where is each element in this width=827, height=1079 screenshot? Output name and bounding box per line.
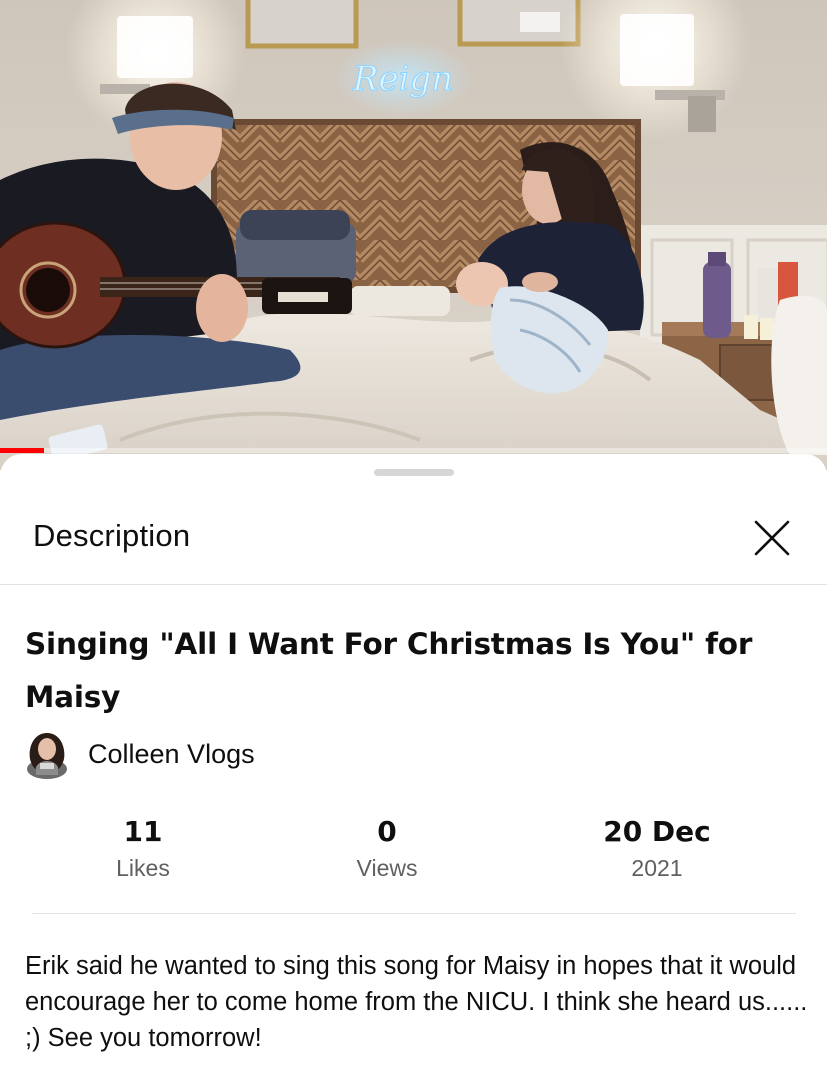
video-progress-fill	[0, 448, 44, 453]
description-sheet: Description Singing "All I Want For Chri…	[0, 454, 827, 1079]
publish-date: 20 Dec	[603, 815, 711, 848]
likes-count: 11	[123, 815, 163, 848]
sheet-title: Description	[33, 518, 191, 553]
channel-avatar[interactable]	[24, 729, 70, 779]
views-count: 0	[377, 815, 397, 848]
likes-stat: 11 Likes	[33, 812, 253, 884]
close-icon	[754, 520, 790, 556]
publish-year: 2021	[631, 855, 683, 881]
video-title: Singing "All I Want For Christmas Is You…	[25, 627, 753, 714]
sheet-header: Description	[0, 494, 827, 585]
description-text: Erik said he wanted to sing this song fo…	[25, 952, 808, 1052]
close-button[interactable]	[748, 514, 796, 562]
views-label: Views	[356, 855, 418, 881]
likes-label: Likes	[116, 855, 170, 881]
drag-handle[interactable]	[374, 469, 454, 476]
video-player[interactable]: Reign	[0, 0, 827, 470]
video-frame-scene: Reign	[0, 0, 827, 470]
channel-row[interactable]: Colleen Vlogs	[24, 728, 255, 780]
channel-name[interactable]: Colleen Vlogs	[88, 739, 255, 770]
divider	[32, 913, 796, 914]
publish-date-stat: 20 Dec 2021	[547, 812, 767, 884]
views-stat: 0 Views	[277, 812, 497, 884]
neon-sign-text: Reign	[352, 59, 453, 99]
